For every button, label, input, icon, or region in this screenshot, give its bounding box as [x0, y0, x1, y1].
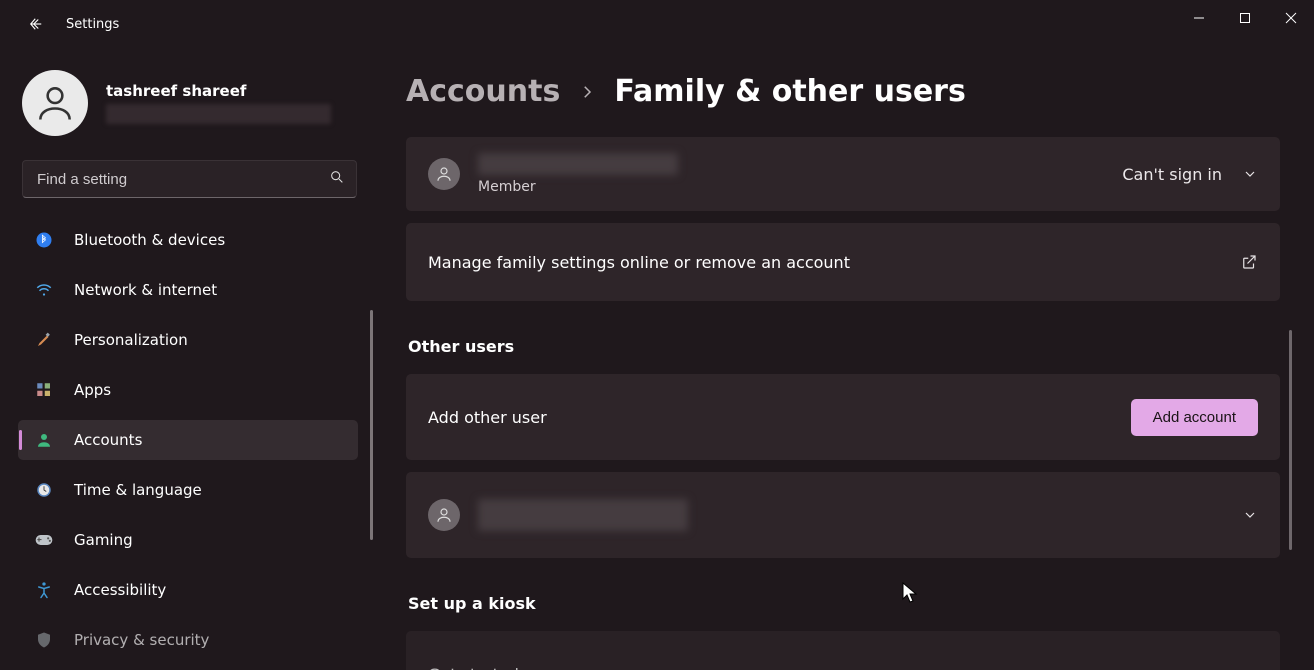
member-status: Can't sign in [1122, 165, 1222, 184]
profile-block[interactable]: tashreef shareef [18, 60, 370, 154]
back-button[interactable] [20, 8, 52, 40]
bluetooth-icon [34, 230, 54, 250]
get-started-label: Get started [428, 665, 519, 670]
person-icon [33, 81, 77, 125]
person-icon [435, 506, 453, 524]
minimize-button[interactable] [1176, 0, 1222, 36]
left-scroll-indicator[interactable] [370, 310, 373, 540]
manage-family-link[interactable]: Manage family settings online or remove … [406, 223, 1280, 301]
close-icon [1285, 12, 1297, 24]
sidebar-item-gaming[interactable]: Gaming [18, 520, 358, 560]
sidebar-item-time[interactable]: Time & language [18, 470, 358, 510]
sidebar-item-bluetooth[interactable]: Bluetooth & devices [18, 220, 358, 260]
titlebar: Settings [0, 0, 1314, 48]
sidebar-item-label: Personalization [74, 331, 188, 349]
nav-list: Bluetooth & devices Network & internet P… [18, 220, 358, 660]
add-account-button[interactable]: Add account [1131, 399, 1258, 436]
profile-name: tashreef shareef [106, 82, 331, 100]
profile-avatar [22, 70, 88, 136]
sidebar-item-accessibility[interactable]: Accessibility [18, 570, 358, 610]
right-scroll-indicator[interactable] [1289, 330, 1292, 550]
section-kiosk: Set up a kiosk [408, 594, 1280, 613]
maximize-icon [1239, 12, 1251, 24]
kiosk-get-started-row[interactable]: Get started [406, 631, 1280, 670]
member-avatar [428, 158, 460, 190]
apps-icon [34, 380, 54, 400]
content-area: Accounts Family & other users Member Can… [370, 60, 1294, 670]
sidebar-item-label: Bluetooth & devices [74, 231, 225, 249]
section-other-users: Other users [408, 337, 1280, 356]
accessibility-icon [34, 580, 54, 600]
chevron-down-icon [1242, 507, 1258, 523]
maximize-button[interactable] [1222, 0, 1268, 36]
sidebar-item-label: Accessibility [74, 581, 166, 599]
sidebar: tashreef shareef Bluetooth & devices Net… [0, 60, 370, 670]
chevron-right-icon [578, 83, 596, 101]
sidebar-item-privacy[interactable]: Privacy & security [18, 620, 358, 660]
window-title: Settings [66, 17, 119, 32]
wifi-icon [34, 280, 54, 300]
search-icon [329, 169, 345, 189]
sidebar-item-label: Time & language [74, 481, 202, 499]
search-input[interactable] [22, 160, 357, 198]
add-other-user-label: Add other user [428, 408, 547, 427]
other-user-row[interactable] [406, 472, 1280, 558]
sidebar-item-label: Accounts [74, 431, 142, 449]
breadcrumb-parent[interactable]: Accounts [406, 74, 560, 109]
chevron-down-icon [1242, 166, 1258, 182]
breadcrumb: Accounts Family & other users [406, 74, 1280, 109]
window-controls [1176, 0, 1314, 40]
sidebar-item-network[interactable]: Network & internet [18, 270, 358, 310]
member-role: Member [478, 179, 678, 195]
other-user-avatar [428, 499, 460, 531]
member-name-redacted [478, 153, 678, 175]
sidebar-item-apps[interactable]: Apps [18, 370, 358, 410]
manage-family-label: Manage family settings online or remove … [428, 253, 850, 272]
other-user-name-redacted [478, 499, 688, 531]
profile-email-redacted [106, 104, 331, 124]
shield-icon [34, 630, 54, 650]
minimize-icon [1193, 12, 1205, 24]
sidebar-item-label: Apps [74, 381, 111, 399]
sidebar-item-label: Gaming [74, 531, 133, 549]
add-other-user-row: Add other user Add account [406, 374, 1280, 460]
close-button[interactable] [1268, 0, 1314, 36]
sidebar-item-accounts[interactable]: Accounts [18, 420, 358, 460]
family-member-row[interactable]: Member Can't sign in [406, 137, 1280, 211]
page-title: Family & other users [614, 74, 966, 109]
gamepad-icon [34, 530, 54, 550]
sidebar-item-personalization[interactable]: Personalization [18, 320, 358, 360]
paintbrush-icon [34, 330, 54, 350]
person-icon [435, 165, 453, 183]
open-external-icon [1240, 253, 1258, 271]
sidebar-item-label: Privacy & security [74, 631, 209, 649]
clock-icon [34, 480, 54, 500]
accounts-icon [34, 430, 54, 450]
sidebar-item-label: Network & internet [74, 281, 217, 299]
